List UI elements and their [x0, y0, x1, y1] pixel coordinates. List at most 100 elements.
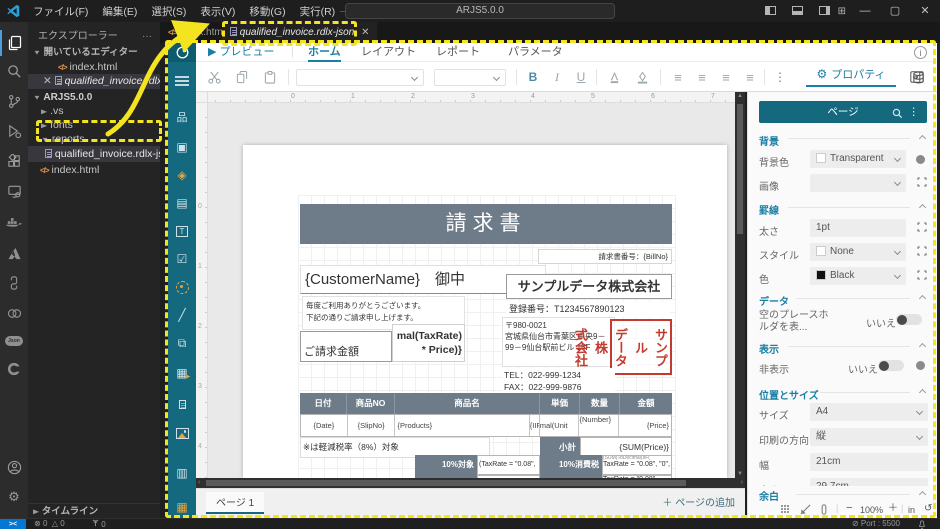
ports-indicator[interactable]: 0: [92, 519, 106, 529]
collapse-border-icon[interactable]: [918, 203, 927, 212]
border-style-expand-icon[interactable]: [917, 246, 927, 256]
minimize-button[interactable]: —: [850, 0, 880, 22]
menu-file[interactable]: ファイル(F): [26, 0, 95, 23]
border-style-select[interactable]: None: [810, 243, 906, 261]
consumption-tax-label[interactable]: 10%消費税: [540, 455, 602, 475]
collapse-background-icon[interactable]: [918, 134, 927, 143]
width-input[interactable]: 21cm: [810, 453, 928, 471]
invoice-title[interactable]: 請求書: [300, 204, 672, 244]
folder-fonts[interactable]: ▶ fonts: [28, 118, 160, 133]
bg-color-extra-button[interactable]: [916, 155, 925, 164]
properties-search-icon[interactable]: [892, 105, 903, 127]
customize-layout-icon[interactable]: ⊞: [838, 6, 846, 17]
folder-vs[interactable]: ▶ .vs: [28, 104, 160, 119]
reset-zoom-icon[interactable]: ↺: [924, 503, 932, 514]
designer-logo-icon[interactable]: [168, 43, 196, 62]
border-thickness-input[interactable]: 1pt: [810, 219, 906, 237]
snap-guides-icon[interactable]: [820, 504, 828, 517]
source-control-icon[interactable]: [0, 88, 28, 114]
invoice-amount-label[interactable]: ご請求金額: [300, 331, 392, 362]
invoice-company-name[interactable]: サンプルデータ株式会社: [506, 274, 672, 299]
image-tool-icon[interactable]: [168, 421, 196, 445]
design-canvas[interactable]: 請求書 請求書番号：{BillNo} {CustomerName} 御中 サンプ…: [208, 103, 735, 478]
bg-image-expand-icon[interactable]: [917, 177, 927, 187]
python-icon[interactable]: [0, 270, 28, 296]
page-1-tab[interactable]: ページ 1: [206, 492, 265, 514]
close-tab-icon[interactable]: ✕: [361, 27, 369, 38]
run-debug-icon[interactable]: [0, 118, 28, 144]
menu-selection[interactable]: 選択(S): [144, 0, 193, 23]
align-center-icon[interactable]: ≡: [692, 67, 712, 87]
underline-button[interactable]: U: [572, 67, 590, 87]
company-seal-stamp[interactable]: サンプル データ株 式会社: [573, 319, 672, 375]
canvas-horizontal-scrollbar[interactable]: ‹ ›: [196, 478, 745, 488]
hidden-extra-button[interactable]: [916, 361, 925, 370]
timeline-section[interactable]: ▶ タイムライン: [28, 503, 160, 518]
font-size-select[interactable]: [434, 69, 506, 86]
font-family-select[interactable]: [296, 69, 424, 86]
c-language-icon[interactable]: [0, 356, 28, 382]
tab-layout[interactable]: レイアウト: [361, 43, 416, 62]
items-table-row[interactable]: {Date} {SlipNo} {Products} {IIF mal(Unit…: [300, 414, 672, 437]
checkbox-tool-icon[interactable]: ☑: [168, 247, 196, 271]
textbox-tool-icon[interactable]: T: [168, 219, 196, 243]
json-tools-icon[interactable]: Json: [0, 328, 28, 354]
hidden-toggle[interactable]: [878, 360, 904, 371]
properties-more-icon[interactable]: ⋮: [909, 101, 920, 123]
azure-icon[interactable]: [0, 240, 28, 266]
collapse-margin-icon[interactable]: [918, 490, 927, 499]
tax-target-expression[interactable]: (TaxRate = "0.08",: [477, 455, 540, 475]
zoom-in-button[interactable]: ＋: [888, 504, 898, 514]
docker-icon[interactable]: [0, 210, 28, 236]
paste-icon[interactable]: [260, 67, 280, 87]
menu-edit[interactable]: 編集(E): [95, 0, 144, 23]
toggle-secondary-sidebar-icon[interactable]: [818, 6, 830, 15]
section-display[interactable]: 表示: [759, 341, 779, 356]
italic-button[interactable]: I: [548, 67, 566, 87]
close-button[interactable]: ✕: [910, 0, 940, 22]
section-background[interactable]: 背景: [759, 133, 779, 148]
notifications-bell-icon[interactable]: [918, 520, 926, 529]
open-editors-section[interactable]: ▼ 開いているエディター: [28, 45, 160, 60]
tab-home[interactable]: ホーム: [308, 43, 341, 62]
tab-report[interactable]: レポート: [436, 43, 480, 62]
align-justify-icon[interactable]: ≡: [740, 67, 760, 87]
toolbox-menu-icon[interactable]: [168, 69, 196, 93]
file-index-html[interactable]: </> index.html: [28, 163, 160, 178]
subreport-tool-icon[interactable]: [168, 391, 196, 415]
border-color-select[interactable]: Black: [810, 267, 906, 285]
account-icon[interactable]: [0, 454, 28, 480]
maximize-button[interactable]: ▢: [880, 0, 910, 22]
tab-qualified-invoice[interactable]: qualified_invoice.rdlx-json ✕: [222, 22, 378, 43]
list-tool-icon[interactable]: ▥: [168, 461, 196, 485]
table-tool-icon[interactable]: ▦ ➤: [168, 361, 196, 385]
settings-gear-icon[interactable]: ⚙: [0, 484, 28, 510]
command-search-box[interactable]: ARJS5.0.0: [345, 3, 615, 19]
items-table-header[interactable]: 日付 商品NO 商品名 単価 数量 金額: [300, 393, 672, 414]
line-tool-icon[interactable]: ╱: [168, 303, 196, 327]
section-border[interactable]: 罫線: [759, 202, 779, 217]
report-page[interactable]: 請求書 請求書番号：{BillNo} {CustomerName} 御中 サンプ…: [243, 145, 727, 478]
tab-parameters[interactable]: パラメータ: [508, 43, 563, 62]
add-page-button[interactable]: ＋ ページの追加: [662, 494, 735, 509]
properties-tab[interactable]: ⚙ プロパティ: [806, 62, 896, 87]
collapse-panel-icon[interactable]: [907, 67, 927, 87]
invoice-registration-no[interactable]: 登録番号：T1234567890123: [506, 302, 670, 317]
remote-explorer-icon[interactable]: [0, 178, 28, 204]
tablix-tool-icon[interactable]: ▦: [168, 495, 196, 519]
orientation-select[interactable]: 縦: [810, 428, 928, 446]
workspace-root[interactable]: ▼ ARJS5.0.0: [28, 90, 160, 105]
bg-image-select[interactable]: [810, 174, 906, 192]
collapse-display-icon[interactable]: [918, 342, 927, 351]
consumption-tax-expression[interactable]: {SUM(ToDecimal(IIF(TaxRate = "0.08", "0"…: [602, 455, 672, 475]
align-right-icon[interactable]: ≡: [716, 67, 736, 87]
invoice-bill-no[interactable]: 請求書番号：{BillNo}: [538, 249, 672, 264]
zoom-out-button[interactable]: −: [846, 503, 852, 514]
dependencies-icon[interactable]: [0, 300, 28, 326]
open-editor-index-html[interactable]: </> index.html: [28, 60, 160, 75]
report-explorer-icon[interactable]: 品: [168, 105, 196, 129]
cut-icon[interactable]: [204, 67, 224, 87]
snap-toggle-icon[interactable]: [800, 504, 811, 517]
invoice-amount-expression[interactable]: mal(TaxRate) * Price)}: [392, 324, 465, 362]
toolbar-more-icon[interactable]: ⋮: [772, 67, 788, 87]
